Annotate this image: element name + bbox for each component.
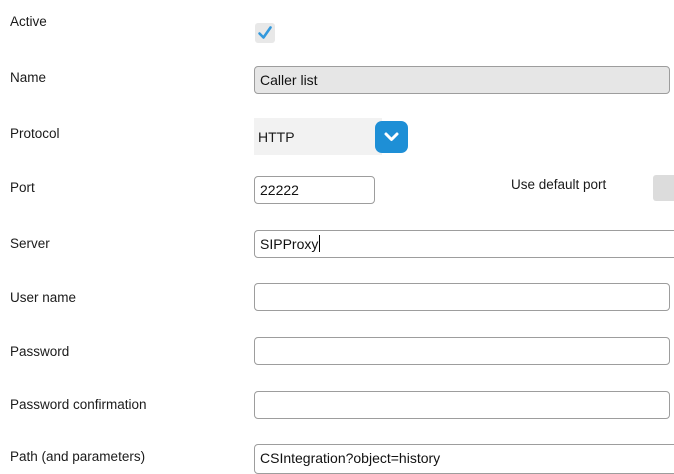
text-cursor xyxy=(319,235,321,252)
checkmark-icon xyxy=(258,26,272,39)
user-name-field[interactable] xyxy=(254,283,670,311)
protocol-select-value: HTTP xyxy=(258,129,295,145)
port-label: Port xyxy=(10,180,35,195)
protocol-dropdown-button[interactable] xyxy=(375,121,408,153)
active-label: Active xyxy=(10,14,47,29)
name-label: Name xyxy=(10,70,47,85)
server-field[interactable]: SIPProxy xyxy=(254,230,674,258)
password-confirmation-field[interactable] xyxy=(254,391,670,419)
path-label: Path (and parameters) xyxy=(10,449,146,464)
use-default-port-checkbox[interactable] xyxy=(653,175,674,201)
use-default-port-label: Use default port xyxy=(511,177,607,192)
chevron-down-icon xyxy=(384,132,399,141)
active-checkbox[interactable] xyxy=(255,23,275,43)
password-confirmation-label: Password confirmation xyxy=(10,397,147,412)
protocol-select[interactable]: HTTP xyxy=(254,118,408,155)
password-field[interactable] xyxy=(254,337,670,365)
server-field-value: SIPProxy xyxy=(260,236,319,252)
port-field[interactable]: 22222 xyxy=(254,176,375,204)
password-label: Password xyxy=(10,344,70,359)
user-name-label: User name xyxy=(10,290,77,305)
name-field[interactable]: Caller list xyxy=(254,66,670,94)
server-label: Server xyxy=(10,236,50,251)
protocol-label: Protocol xyxy=(10,126,60,141)
